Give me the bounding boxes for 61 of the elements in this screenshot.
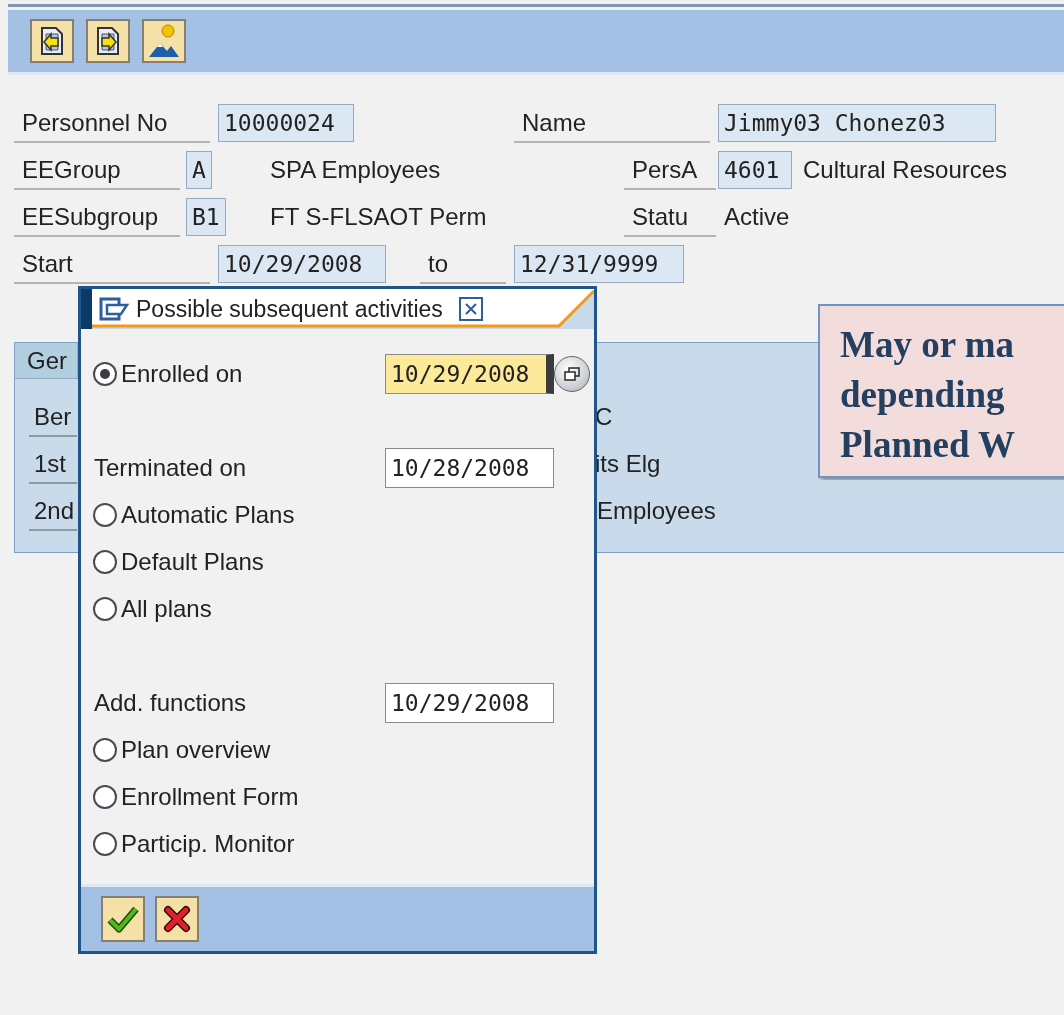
radio-button[interactable] (93, 549, 117, 574)
input-field[interactable]: 12/31/9999 (514, 244, 684, 283)
input-field[interactable]: 10/29/2008 (218, 244, 386, 283)
radio-label: Enrollment Form (121, 782, 299, 811)
field-label: Start (14, 243, 210, 284)
field-label: Terminated on (94, 453, 247, 482)
field-label: Statu (624, 196, 716, 237)
field-label: Personnel No (14, 102, 210, 143)
picture-icon (148, 24, 180, 58)
radio-button[interactable] (93, 502, 117, 527)
radio-button[interactable] (93, 596, 117, 621)
radio-button[interactable] (93, 361, 117, 386)
windows-icon (564, 367, 580, 381)
callout-text: depending (840, 373, 1005, 417)
callout-text: Planned W (840, 423, 1016, 467)
radio-button[interactable] (93, 737, 117, 762)
next-button[interactable] (86, 19, 130, 63)
radio-label: Plan overview (121, 735, 271, 764)
close-icon (463, 302, 478, 316)
radio-button[interactable] (93, 784, 117, 809)
value-help-button[interactable] (554, 356, 590, 392)
input-field[interactable]: B1 (186, 197, 226, 236)
input-field[interactable]: A (186, 150, 212, 189)
field-label: EESubgroup (14, 196, 180, 237)
radio-label: Particip. Monitor (121, 829, 295, 858)
close-button[interactable] (458, 297, 483, 321)
input-field[interactable]: Jimmy03 Chonez03 (718, 103, 996, 142)
dialog-title: Possible subsequent activities (136, 295, 443, 323)
panel-tab[interactable]: Ger (15, 343, 78, 379)
document-arrow-icon (38, 26, 66, 56)
radio-label: All plans (121, 594, 212, 623)
input-field[interactable]: 4601 (718, 150, 792, 189)
value-text: its Elg (595, 449, 661, 478)
dialog-icon (98, 296, 130, 322)
field-label: EEGroup (14, 149, 180, 190)
date-field[interactable]: 10/29/2008 (385, 354, 554, 394)
field-label: to (420, 243, 506, 284)
radio-label: Automatic Plans (121, 500, 295, 529)
field-label: PersA (624, 149, 716, 190)
confirm-button[interactable] (101, 896, 145, 942)
field-label: Add. functions (94, 688, 247, 717)
value-text: Cultural Resources (803, 154, 1009, 185)
radio-button[interactable] (93, 831, 117, 856)
input-field[interactable]: 10000024 (218, 103, 354, 142)
value-text: SPA Employees (270, 154, 442, 185)
value-text: Employees (597, 496, 716, 525)
cancel-button[interactable] (155, 896, 199, 942)
date-field[interactable]: 10/29/2008 (385, 683, 554, 723)
callout-text: May or ma (840, 323, 1014, 367)
document-arrow-icon (94, 26, 122, 56)
value-text: FT S-FLSAOT Perm (270, 201, 488, 232)
previous-button[interactable] (30, 19, 74, 63)
picture-button[interactable] (142, 19, 186, 63)
date-field[interactable]: 10/28/2008 (385, 448, 554, 488)
check-icon (107, 905, 139, 933)
title-bar-accent (81, 289, 92, 329)
cross-icon (163, 905, 191, 933)
radio-label: Enrolled on (121, 359, 243, 388)
field-label: Name (514, 102, 710, 143)
radio-label: Default Plans (121, 547, 264, 576)
value-text: Active (724, 201, 791, 232)
